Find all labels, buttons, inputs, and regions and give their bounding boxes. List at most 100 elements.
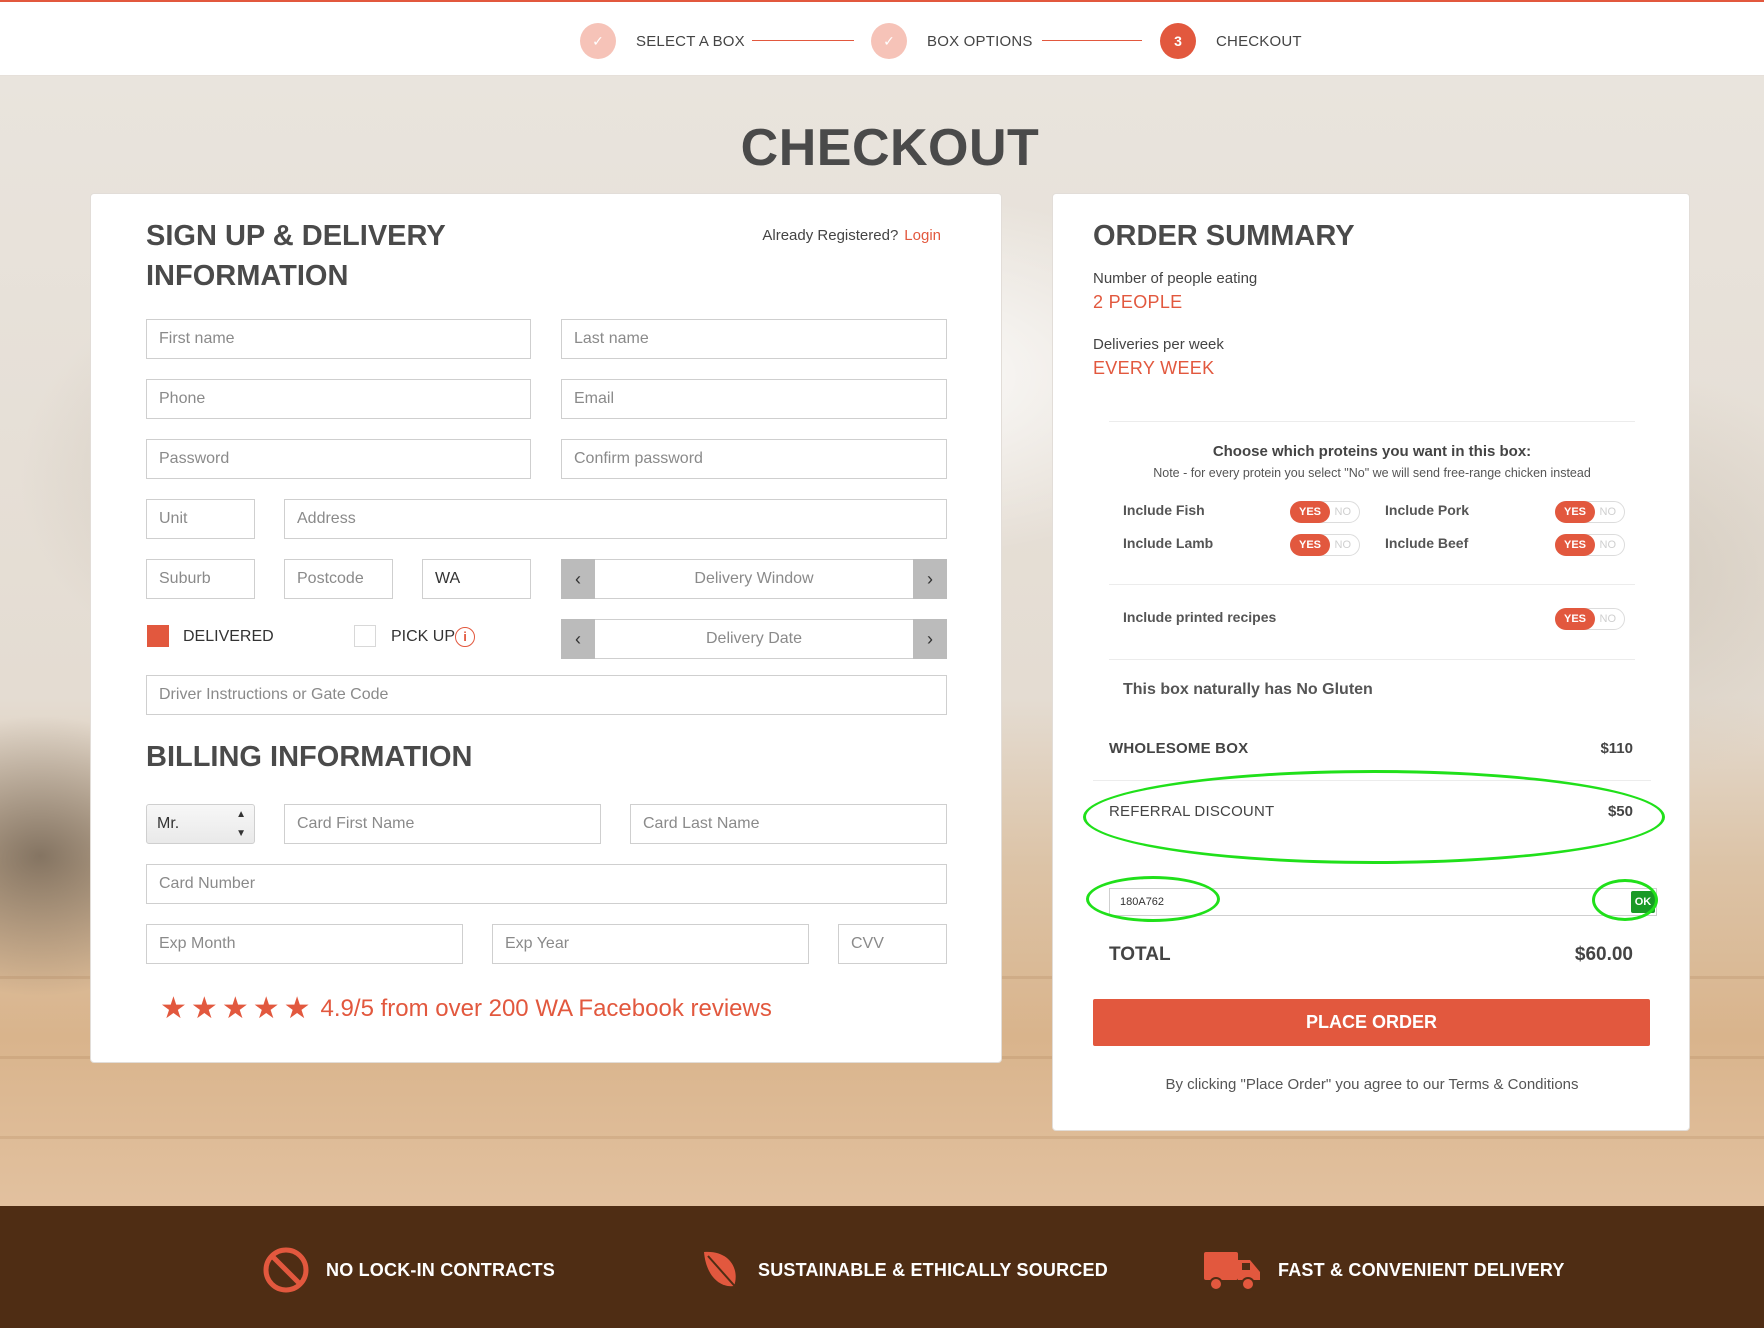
- reviews-strip: ★ ★ ★ ★ ★ 4.9/5 from over 200 WA Faceboo…: [160, 994, 772, 1024]
- chevron-right-icon[interactable]: ›: [913, 619, 947, 659]
- suburb-input[interactable]: Suburb: [146, 559, 255, 599]
- fish-toggle[interactable]: YES NO: [1290, 501, 1360, 523]
- chevron-left-icon[interactable]: ‹: [561, 559, 595, 599]
- include-fish-label: Include Fish: [1123, 502, 1205, 518]
- feature-label: NO LOCK-IN CONTRACTS: [326, 1259, 555, 1280]
- people-label: Number of people eating: [1093, 270, 1258, 287]
- state-input[interactable]: WA: [422, 559, 531, 599]
- gluten-note: This box naturally has No Gluten: [1123, 681, 1373, 698]
- delivered-checkbox[interactable]: [147, 625, 169, 647]
- signup-title-line2: INFORMATION: [146, 260, 349, 292]
- email-input[interactable]: Email: [561, 379, 947, 419]
- step-connector: [752, 40, 854, 41]
- ok-button-highlight-ring: [1592, 879, 1658, 921]
- exp-month-input[interactable]: Exp Month: [146, 924, 463, 964]
- star-icon: ★: [252, 992, 280, 1025]
- step-select-a-box[interactable]: ✓ SELECT A BOX: [580, 22, 745, 60]
- leaf-icon: [704, 1251, 741, 1293]
- no-entry-icon: [263, 1247, 309, 1293]
- feature-fast-delivery: FAST & CONVENIENT DELIVERY: [1202, 1246, 1565, 1294]
- chevron-left-icon[interactable]: ‹: [561, 619, 595, 659]
- billing-title: BILLING INFORMATION: [146, 741, 473, 773]
- divider: [1109, 659, 1635, 660]
- toggle-yes: YES: [1555, 501, 1595, 523]
- delivery-window-picker[interactable]: ‹ Delivery Window ›: [561, 559, 947, 599]
- box-label: WHOLESOME BOX: [1109, 740, 1249, 757]
- check-icon: ✓: [871, 23, 907, 59]
- toggle-no: NO: [1334, 506, 1352, 518]
- pork-toggle[interactable]: YES NO: [1555, 501, 1625, 523]
- promo-code-highlight-ring: [1086, 876, 1220, 922]
- divider: [1109, 421, 1635, 422]
- feature-label: FAST & CONVENIENT DELIVERY: [1278, 1259, 1565, 1280]
- order-summary-title: ORDER SUMMARY: [1093, 220, 1355, 252]
- signup-delivery-card: SIGN UP & DELIVERY INFORMATION Already R…: [90, 193, 1002, 1063]
- card-number-input[interactable]: Card Number: [146, 864, 947, 904]
- step-label: BOX OPTIONS: [927, 32, 1033, 50]
- postcode-input[interactable]: Postcode: [284, 559, 393, 599]
- title-select[interactable]: Mr. ▲ ▼: [146, 804, 255, 844]
- feature-sustainable: SUSTAINABLE & ETHICALLY SOURCED: [700, 1246, 1108, 1294]
- pickup-checkbox[interactable]: [354, 625, 376, 647]
- step-connector: [1042, 40, 1142, 41]
- star-icon: ★: [221, 992, 249, 1025]
- toggle-yes: YES: [1555, 608, 1595, 630]
- password-input[interactable]: Password: [146, 439, 531, 479]
- step-label: CHECKOUT: [1216, 32, 1302, 50]
- star-icon: ★: [283, 992, 311, 1025]
- box-price: $110: [1600, 740, 1633, 757]
- check-icon: ✓: [580, 23, 616, 59]
- last-name-input[interactable]: Last name: [561, 319, 947, 359]
- already-registered-row: Already Registered? Login: [762, 227, 941, 244]
- pickup-label: PICK UP: [391, 628, 456, 645]
- address-input[interactable]: Address: [284, 499, 947, 539]
- unit-input[interactable]: Unit: [146, 499, 255, 539]
- reviews-text: 4.9/5 from over 200 WA Facebook reviews: [320, 995, 772, 1022]
- delivery-date-label: Delivery Date: [705, 630, 803, 647]
- toggle-no: NO: [1334, 539, 1352, 551]
- driver-instructions-input[interactable]: Driver Instructions or Gate Code: [146, 675, 947, 715]
- deliveries-value: EVERY WEEK: [1093, 358, 1215, 378]
- delivered-label: DELIVERED: [183, 628, 274, 645]
- chevron-right-icon[interactable]: ›: [913, 559, 947, 599]
- step-number-badge: 3: [1160, 23, 1196, 59]
- confirm-password-input[interactable]: Confirm password: [561, 439, 947, 479]
- first-name-input[interactable]: First name: [146, 319, 531, 359]
- delivery-date-picker[interactable]: ‹ Delivery Date ›: [561, 619, 947, 659]
- divider: [1109, 584, 1635, 585]
- checkout-progress-bar: ✓ SELECT A BOX ✓ BOX OPTIONS 3 CHECKOUT: [0, 0, 1764, 76]
- recipes-toggle[interactable]: YES NO: [1555, 608, 1625, 630]
- beef-toggle[interactable]: YES NO: [1555, 534, 1625, 556]
- toggle-yes: YES: [1290, 534, 1330, 556]
- card-first-name-input[interactable]: Card First Name: [284, 804, 601, 844]
- delivery-window-label: Delivery Window: [694, 570, 814, 587]
- total-label: TOTAL: [1109, 944, 1171, 965]
- proteins-title: Choose which proteins you want in this b…: [1212, 443, 1532, 460]
- feature-no-lock-in: NO LOCK-IN CONTRACTS: [262, 1246, 555, 1294]
- total-amount: $60.00: [1574, 944, 1633, 965]
- toggle-no: NO: [1599, 613, 1617, 625]
- place-order-button[interactable]: PLACE ORDER: [1093, 999, 1650, 1046]
- toggle-yes: YES: [1555, 534, 1595, 556]
- features-footer: NO LOCK-IN CONTRACTS SUSTAINABLE & ETHIC…: [0, 1206, 1764, 1328]
- page-title: CHECKOUT: [740, 119, 1040, 177]
- people-value: 2 PEOPLE: [1093, 292, 1183, 312]
- include-lamb-label: Include Lamb: [1123, 535, 1214, 551]
- toggle-no: NO: [1599, 506, 1617, 518]
- feature-label: SUSTAINABLE & ETHICALLY SOURCED: [758, 1259, 1108, 1280]
- card-last-name-input[interactable]: Card Last Name: [630, 804, 947, 844]
- already-registered-text: Already Registered?: [762, 227, 899, 244]
- phone-input[interactable]: Phone: [146, 379, 531, 419]
- info-icon[interactable]: i: [455, 627, 475, 647]
- order-summary-card: ORDER SUMMARY Number of people eating 2 …: [1052, 193, 1690, 1131]
- lamb-toggle[interactable]: YES NO: [1290, 534, 1360, 556]
- include-beef-label: Include Beef: [1385, 535, 1469, 551]
- cvv-input[interactable]: CVV: [838, 924, 947, 964]
- deliveries-label: Deliveries per week: [1093, 336, 1224, 353]
- step-checkout: 3 CHECKOUT: [1160, 22, 1302, 60]
- step-label: SELECT A BOX: [636, 32, 745, 50]
- signup-title-line1: SIGN UP & DELIVERY: [146, 220, 446, 252]
- login-link[interactable]: Login: [904, 227, 941, 244]
- exp-year-input[interactable]: Exp Year: [492, 924, 809, 964]
- step-box-options[interactable]: ✓ BOX OPTIONS: [871, 22, 1033, 60]
